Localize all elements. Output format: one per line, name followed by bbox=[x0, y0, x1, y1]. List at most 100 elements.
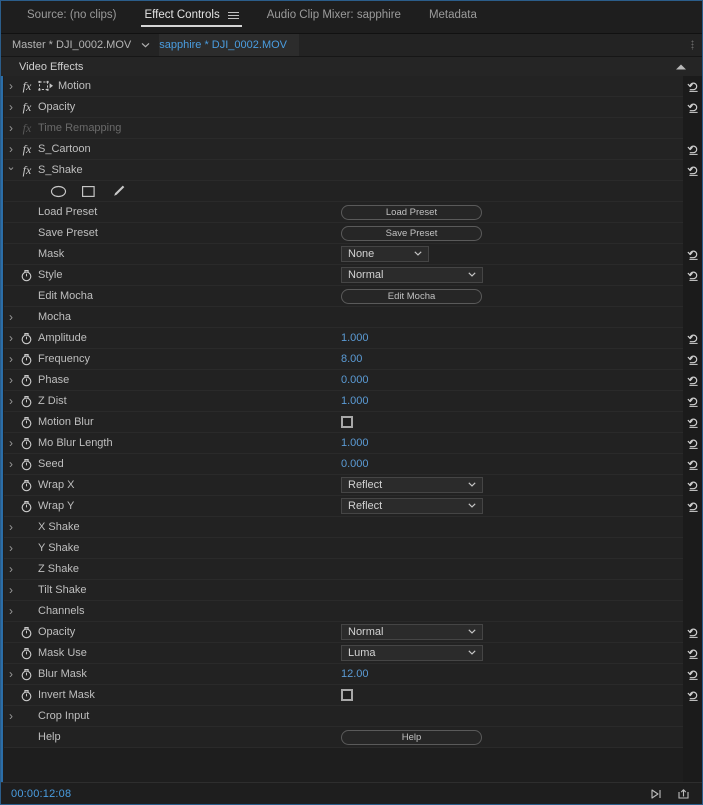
param-button-help[interactable]: Help bbox=[341, 729, 482, 745]
chevron-right-icon[interactable]: › bbox=[4, 584, 18, 596]
reset-effect-icon[interactable] bbox=[686, 100, 700, 114]
param-label: Opacity bbox=[38, 626, 76, 638]
export-frame-icon[interactable] bbox=[675, 786, 692, 801]
reset-parameter-icon[interactable] bbox=[686, 268, 700, 282]
tab-effect-controls[interactable]: Effect Controls bbox=[130, 1, 252, 29]
chevron-right-icon[interactable]: › bbox=[4, 395, 18, 407]
toggle-animation-stopwatch-icon[interactable] bbox=[18, 268, 35, 282]
chevron-down-icon bbox=[468, 482, 476, 489]
effect-row-motion[interactable]: › fx Motion bbox=[4, 76, 698, 97]
chevron-right-icon[interactable]: › bbox=[4, 332, 18, 344]
param-dropdown-opacity[interactable]: Normal bbox=[341, 624, 483, 640]
chevron-right-icon[interactable]: › bbox=[4, 458, 18, 470]
param-button-save-preset[interactable]: Save Preset bbox=[341, 225, 482, 241]
reset-parameter-icon[interactable] bbox=[686, 625, 700, 639]
tab-source[interactable]: Source: (no clips) bbox=[13, 1, 130, 29]
play-only-audio-icon[interactable] bbox=[648, 786, 665, 801]
param-checkbox-motion-blur[interactable] bbox=[341, 416, 353, 428]
chevron-right-icon[interactable]: › bbox=[4, 437, 18, 449]
selected-clip-chip[interactable]: sapphire * DJI_0002.MOV bbox=[159, 34, 300, 56]
chevron-right-icon[interactable]: › bbox=[4, 311, 18, 323]
reset-effect-icon[interactable] bbox=[686, 142, 700, 156]
effect-row-time-remapping[interactable]: › fx Time Remapping bbox=[4, 118, 683, 139]
param-value-number[interactable]: 1.000 bbox=[341, 437, 369, 450]
param-value-number[interactable]: 0.000 bbox=[341, 458, 369, 471]
chevron-up-icon[interactable] bbox=[676, 64, 686, 69]
chevron-right-icon[interactable]: › bbox=[4, 143, 18, 155]
toggle-animation-stopwatch-icon[interactable] bbox=[18, 688, 35, 702]
toggle-animation-stopwatch-icon[interactable] bbox=[18, 394, 35, 408]
reset-parameter-icon[interactable] bbox=[686, 688, 700, 702]
reset-parameter-icon[interactable] bbox=[686, 373, 700, 387]
video-effects-header[interactable]: Video Effects bbox=[1, 57, 702, 77]
chevron-right-icon[interactable]: › bbox=[4, 80, 18, 92]
toggle-animation-stopwatch-icon[interactable] bbox=[18, 373, 35, 387]
reset-parameter-icon[interactable] bbox=[686, 478, 700, 492]
chevron-right-icon[interactable]: › bbox=[4, 374, 18, 386]
reset-parameter-icon[interactable] bbox=[686, 436, 700, 450]
reset-parameter-icon[interactable] bbox=[686, 646, 700, 660]
param-value-number[interactable]: 8.00 bbox=[341, 353, 362, 366]
effect-row-s-cartoon[interactable]: › fx S_Cartoon bbox=[4, 139, 698, 160]
toggle-animation-stopwatch-icon[interactable] bbox=[18, 625, 35, 639]
toggle-animation-stopwatch-icon[interactable] bbox=[18, 436, 35, 450]
chevron-right-icon[interactable]: › bbox=[4, 122, 18, 134]
reset-parameter-icon[interactable] bbox=[686, 499, 700, 513]
toggle-animation-stopwatch-icon[interactable] bbox=[18, 457, 35, 471]
reset-parameter-icon[interactable] bbox=[686, 331, 700, 345]
tab-metadata[interactable]: Metadata bbox=[415, 1, 491, 29]
timecode-display[interactable]: 00:00:12:08 bbox=[11, 788, 71, 800]
param-value-container: None bbox=[341, 244, 429, 264]
toggle-animation-stopwatch-icon[interactable] bbox=[18, 646, 35, 660]
toggle-animation-stopwatch-icon[interactable] bbox=[18, 478, 35, 492]
param-dropdown-mask-use[interactable]: Luma bbox=[341, 645, 483, 661]
panel-menu-icon[interactable] bbox=[227, 11, 239, 19]
reset-parameter-icon[interactable] bbox=[686, 247, 700, 261]
reset-effect-icon[interactable] bbox=[686, 79, 700, 93]
panel-drag-grip[interactable] bbox=[691, 40, 694, 50]
toggle-animation-stopwatch-icon[interactable] bbox=[18, 415, 35, 429]
toggle-animation-stopwatch-icon[interactable] bbox=[18, 499, 35, 513]
param-row-mask-use: Mask Use Luma bbox=[4, 643, 698, 664]
param-value-number[interactable]: 1.000 bbox=[341, 332, 369, 345]
reset-parameter-icon[interactable] bbox=[686, 352, 700, 366]
rectangle-mask-tool[interactable] bbox=[80, 184, 97, 199]
tab-audio-clip-mixer[interactable]: Audio Clip Mixer: sapphire bbox=[253, 1, 415, 29]
param-button-load-preset[interactable]: Load Preset bbox=[341, 204, 482, 220]
param-value-container bbox=[341, 685, 353, 705]
chevron-right-icon[interactable]: › bbox=[4, 605, 18, 617]
chevron-right-icon[interactable]: › bbox=[4, 668, 18, 680]
chevron-right-icon[interactable]: › bbox=[4, 563, 18, 575]
effect-row-opacity[interactable]: › fx Opacity bbox=[4, 97, 698, 118]
param-dropdown-wrap-y[interactable]: Reflect bbox=[341, 498, 483, 514]
param-label: Tilt Shake bbox=[38, 584, 87, 596]
param-button-edit-mocha[interactable]: Edit Mocha bbox=[341, 288, 482, 304]
chevron-down-icon[interactable]: ⌄ bbox=[4, 161, 18, 173]
param-value-number[interactable]: 12.00 bbox=[341, 668, 369, 681]
param-value-number[interactable]: 0.000 bbox=[341, 374, 369, 387]
param-dropdown-wrap-x[interactable]: Reflect bbox=[341, 477, 483, 493]
effect-row-s-shake[interactable]: ⌄ fx S_Shake bbox=[4, 160, 698, 181]
fx-icon: fx bbox=[22, 78, 32, 93]
chevron-right-icon[interactable]: › bbox=[4, 521, 18, 533]
chevron-right-icon[interactable]: › bbox=[4, 353, 18, 365]
param-dropdown-mask[interactable]: None bbox=[341, 246, 429, 262]
effect-name: Opacity bbox=[38, 101, 76, 113]
reset-parameter-icon[interactable] bbox=[686, 415, 700, 429]
param-checkbox-invert-mask[interactable] bbox=[341, 689, 353, 701]
param-dropdown-style[interactable]: Normal bbox=[341, 267, 483, 283]
toggle-animation-stopwatch-icon[interactable] bbox=[18, 352, 35, 366]
chevron-right-icon[interactable]: › bbox=[4, 710, 18, 722]
pen-mask-tool[interactable] bbox=[110, 184, 127, 199]
toggle-animation-stopwatch-icon[interactable] bbox=[18, 667, 35, 681]
reset-parameter-icon[interactable] bbox=[686, 457, 700, 471]
chevron-down-icon[interactable] bbox=[141, 41, 150, 50]
reset-parameter-icon[interactable] bbox=[686, 394, 700, 408]
ellipse-mask-tool[interactable] bbox=[50, 184, 67, 199]
reset-parameter-icon[interactable] bbox=[686, 667, 700, 681]
chevron-right-icon[interactable]: › bbox=[4, 101, 18, 113]
chevron-right-icon[interactable]: › bbox=[4, 542, 18, 554]
param-value-number[interactable]: 1.000 bbox=[341, 395, 369, 408]
reset-effect-icon[interactable] bbox=[686, 163, 700, 177]
toggle-animation-stopwatch-icon[interactable] bbox=[18, 331, 35, 345]
